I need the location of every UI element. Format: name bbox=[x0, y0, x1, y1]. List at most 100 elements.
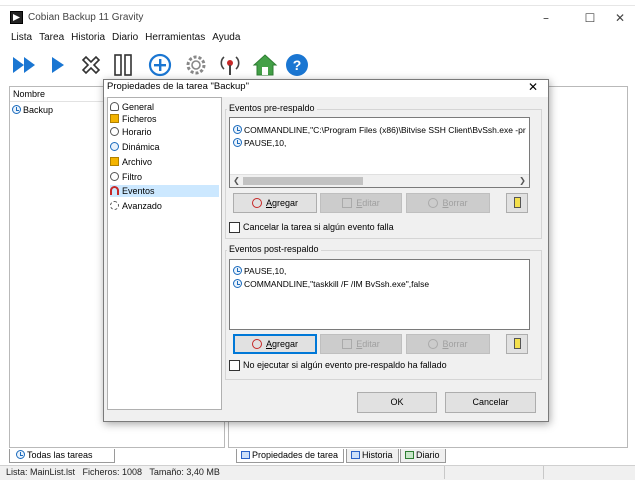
menu-tarea[interactable]: Tarea bbox=[37, 30, 66, 46]
category-files[interactable]: Ficheros bbox=[110, 113, 161, 125]
edit-icon bbox=[342, 339, 353, 349]
edit-icon bbox=[342, 198, 353, 208]
delete-label: orrar bbox=[448, 198, 468, 208]
tab-label: Historia bbox=[362, 450, 393, 460]
event-clock-icon bbox=[233, 279, 242, 288]
post-add-button[interactable]: Agregar bbox=[233, 334, 317, 354]
event-text: COMMANDLINE,"taskkill /F /IM BvSsh.exe",… bbox=[244, 279, 430, 289]
antenna-icon[interactable] bbox=[217, 52, 243, 78]
category-label: Ficheros bbox=[122, 114, 157, 124]
add-label: gregar bbox=[272, 339, 299, 349]
menu-ayuda[interactable]: Ayuda bbox=[210, 30, 242, 46]
task-item-backup[interactable]: Backup bbox=[12, 105, 53, 117]
add-task-icon[interactable] bbox=[147, 52, 173, 78]
pre-list-hscrollbar[interactable]: ❮ ❯ bbox=[230, 174, 529, 187]
schedule-icon bbox=[110, 127, 119, 136]
files-icon bbox=[110, 114, 119, 123]
run-all-icon[interactable] bbox=[12, 52, 38, 78]
history-icon bbox=[351, 451, 360, 459]
home-icon[interactable] bbox=[252, 52, 278, 78]
tab-history[interactable]: Historia bbox=[346, 449, 399, 463]
status-divider bbox=[543, 466, 544, 479]
events-icon bbox=[110, 186, 119, 195]
status-text: Lista: MainList.lst Ficheros: 1008 Tamañ… bbox=[6, 467, 220, 477]
ok-button[interactable]: OK bbox=[357, 392, 437, 413]
general-icon bbox=[110, 102, 119, 111]
tab-all-tasks[interactable]: Todas las tareas bbox=[9, 449, 115, 463]
status-divider bbox=[444, 466, 445, 479]
event-clock-icon bbox=[233, 266, 242, 275]
stop-icon[interactable] bbox=[78, 52, 104, 78]
cancel-on-fail-label: Cancelar la tarea si algún evento falla bbox=[243, 222, 394, 232]
pre-add-button[interactable]: Agregar bbox=[233, 193, 317, 213]
tab-log[interactable]: Diario bbox=[400, 449, 446, 463]
sort-icon bbox=[513, 197, 521, 208]
event-text: PAUSE,10, bbox=[244, 138, 287, 148]
category-label: Dinámica bbox=[122, 142, 160, 152]
settings-icon[interactable] bbox=[183, 52, 209, 78]
tab-all-tasks-label: Todas las tareas bbox=[27, 450, 93, 460]
filter-icon bbox=[110, 172, 119, 181]
menu-lista[interactable]: Lista bbox=[9, 30, 34, 46]
list-item[interactable]: PAUSE,10, bbox=[233, 137, 286, 149]
category-label: General bbox=[122, 102, 155, 112]
menu-herramientas[interactable]: Herramientas bbox=[143, 30, 207, 46]
log-icon bbox=[405, 451, 414, 459]
post-backup-label: Eventos post-respaldo bbox=[227, 244, 321, 254]
post-backup-event-list[interactable]: PAUSE,10, COMMANDLINE,"taskkill /F /IM B… bbox=[229, 259, 530, 330]
pre-backup-label: Eventos pre-respaldo bbox=[227, 103, 317, 113]
add-event-icon bbox=[251, 198, 262, 208]
post-edit-button[interactable]: Editar bbox=[320, 334, 402, 354]
event-text: PAUSE,10, bbox=[244, 266, 287, 276]
category-general[interactable]: General bbox=[110, 101, 158, 113]
cancel-on-fail-checkbox[interactable] bbox=[229, 222, 240, 233]
event-clock-icon bbox=[233, 125, 242, 134]
maximize-button[interactable]: ☐ bbox=[575, 8, 605, 28]
cancel-button[interactable]: Cancelar bbox=[445, 392, 536, 413]
pre-backup-event-list[interactable]: COMMANDLINE,"C:\Program Files (x86)\Bitv… bbox=[229, 117, 530, 188]
list-item[interactable]: PAUSE,10, bbox=[233, 265, 286, 277]
pre-edit-button[interactable]: Editar bbox=[320, 193, 402, 213]
minimize-button[interactable]: – bbox=[531, 8, 561, 28]
task-item-label: Backup bbox=[23, 105, 54, 115]
help-icon[interactable]: ? bbox=[284, 52, 310, 78]
delete-label: orrar bbox=[448, 339, 468, 349]
tab-task-properties[interactable]: Propiedades de tarea bbox=[236, 449, 345, 463]
dialog-title: Propiedades de la tarea "Backup" bbox=[107, 81, 249, 92]
svg-text:?: ? bbox=[293, 57, 302, 73]
scroll-right-icon[interactable]: ❯ bbox=[516, 175, 529, 187]
clock-icon bbox=[12, 105, 21, 114]
pre-reorder-button[interactable] bbox=[506, 193, 528, 213]
scroll-thumb[interactable] bbox=[243, 177, 363, 185]
skip-if-pre-failed-label: No ejecutar si algún evento pre-respaldo… bbox=[243, 360, 447, 370]
column-header-name[interactable]: Nombre bbox=[13, 89, 45, 99]
clock-icon bbox=[16, 450, 25, 459]
pause-icon[interactable] bbox=[110, 52, 136, 78]
category-label: Avanzado bbox=[122, 201, 162, 211]
category-advanced[interactable]: Avanzado bbox=[110, 200, 166, 212]
dynamic-icon bbox=[110, 142, 119, 151]
post-delete-button[interactable]: Borrar bbox=[406, 334, 490, 354]
list-item[interactable]: COMMANDLINE,"taskkill /F /IM BvSsh.exe",… bbox=[233, 278, 429, 290]
add-event-icon bbox=[251, 339, 262, 349]
category-dynamic[interactable]: Dinámica bbox=[110, 141, 164, 153]
skip-if-pre-failed-checkbox[interactable] bbox=[229, 360, 240, 371]
run-icon[interactable] bbox=[46, 52, 72, 78]
app-logo-icon bbox=[10, 11, 23, 24]
dialog-close-button[interactable]: ✕ bbox=[523, 79, 543, 95]
category-filter[interactable]: Filtro bbox=[110, 171, 146, 183]
pre-delete-button[interactable]: Borrar bbox=[406, 193, 490, 213]
category-schedule[interactable]: Horario bbox=[110, 126, 156, 138]
post-reorder-button[interactable] bbox=[506, 334, 528, 354]
menu-historia[interactable]: Historia bbox=[69, 30, 107, 46]
close-button[interactable]: ✕ bbox=[605, 8, 635, 28]
category-events[interactable]: Eventos bbox=[110, 185, 219, 197]
menu-diario[interactable]: Diario bbox=[110, 30, 140, 46]
tab-label: Diario bbox=[416, 450, 440, 460]
category-label: Archivo bbox=[122, 157, 153, 167]
category-archive[interactable]: Archivo bbox=[110, 156, 156, 168]
list-item[interactable]: COMMANDLINE,"C:\Program Files (x86)\Bitv… bbox=[233, 124, 526, 136]
scroll-left-icon[interactable]: ❮ bbox=[230, 175, 243, 187]
advanced-icon bbox=[110, 201, 119, 210]
tab-label: Propiedades de tarea bbox=[252, 450, 339, 460]
